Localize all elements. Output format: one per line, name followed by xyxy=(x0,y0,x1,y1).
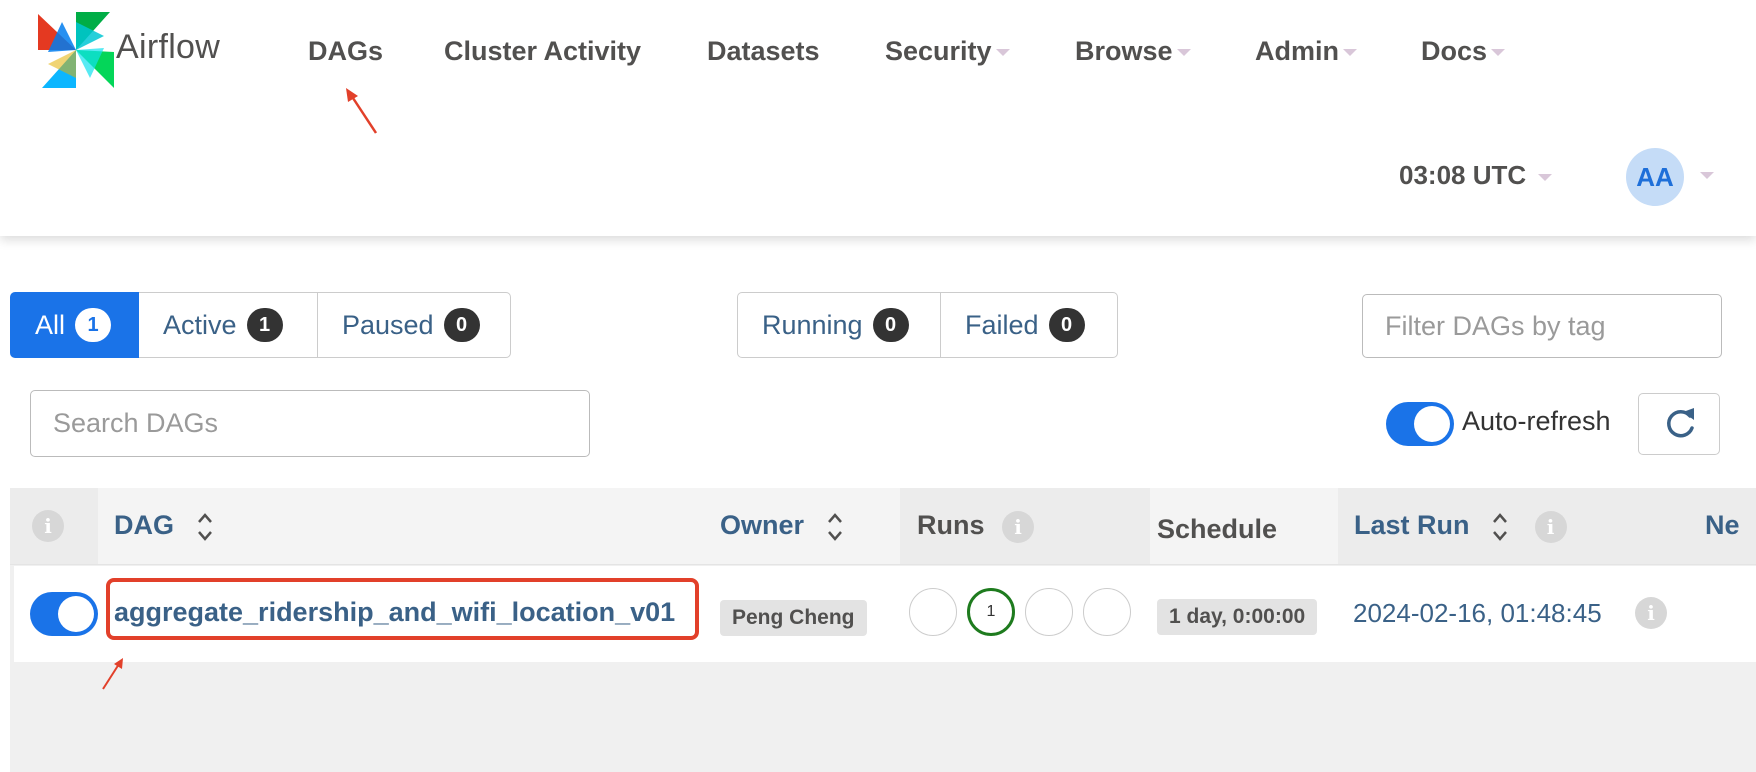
caret-down-icon xyxy=(1538,173,1553,181)
header-next-run[interactable]: Ne xyxy=(1705,510,1740,541)
filter-active-button[interactable]: Active 1 xyxy=(139,292,318,358)
schedule-tag[interactable]: 1 day, 0:00:00 xyxy=(1157,599,1318,635)
filter-failed-button[interactable]: Failed 0 xyxy=(941,292,1118,358)
nav-dags[interactable]: DAGs xyxy=(308,36,383,67)
count-badge: 1 xyxy=(246,308,283,342)
last-run-info-icon[interactable]: i xyxy=(1635,597,1667,629)
run-state-circle[interactable] xyxy=(1025,588,1073,636)
sort-icon xyxy=(197,512,212,541)
run-state-circle-success[interactable]: 1 xyxy=(967,588,1015,636)
nav-browse[interactable]: Browse xyxy=(1075,36,1191,67)
caret-down-icon xyxy=(1491,49,1506,57)
refresh-button[interactable] xyxy=(1638,393,1720,455)
header-runs: Runs i xyxy=(917,510,1035,543)
run-status-filter-group: Running 0 Failed 0 xyxy=(737,292,1118,358)
toggle-knob xyxy=(58,596,94,632)
search-dags-input[interactable] xyxy=(30,390,590,457)
header-last-run[interactable]: Last Run i xyxy=(1354,510,1567,543)
count-badge: 1 xyxy=(75,308,112,342)
timezone-clock[interactable]: 03:08 UTC xyxy=(1399,160,1553,191)
info-icon[interactable]: i xyxy=(1002,510,1035,543)
toggle-knob xyxy=(1414,406,1450,442)
nav-cluster-activity[interactable]: Cluster Activity xyxy=(444,36,641,67)
user-avatar[interactable]: AA xyxy=(1626,148,1684,206)
nav-datasets[interactable]: Datasets xyxy=(707,36,820,67)
nav-security[interactable]: Security xyxy=(885,36,1010,67)
auto-refresh-toggle[interactable] xyxy=(1386,402,1454,446)
annotation-arrow-icon xyxy=(346,88,378,134)
sort-icon xyxy=(1493,512,1507,541)
refresh-icon xyxy=(1667,408,1694,438)
count-badge: 0 xyxy=(1048,308,1085,342)
header-dag[interactable]: DAG xyxy=(114,510,214,543)
top-navbar: Airflow DAGs Cluster Activity Datasets S… xyxy=(0,0,1756,236)
tag-filter-input[interactable] xyxy=(1362,294,1722,358)
filter-paused-button[interactable]: Paused 0 xyxy=(318,292,511,358)
dag-status-filter-group: All 1 Active 1 Paused 0 xyxy=(10,292,511,358)
info-icon[interactable]: i xyxy=(1534,510,1567,543)
sort-icon xyxy=(827,512,842,541)
header-owner[interactable]: Owner xyxy=(720,510,844,543)
filter-all-button[interactable]: All 1 xyxy=(10,292,139,358)
owner-tag[interactable]: Peng Cheng xyxy=(720,600,867,636)
auto-refresh-label: Auto-refresh xyxy=(1462,406,1611,436)
count-badge: 0 xyxy=(872,308,909,342)
nav-docs[interactable]: Docs xyxy=(1421,36,1506,67)
dag-pause-toggle[interactable] xyxy=(30,592,98,636)
airflow-logo-icon[interactable] xyxy=(38,12,114,88)
run-state-circle[interactable] xyxy=(1083,588,1131,636)
app-name[interactable]: Airflow xyxy=(116,28,220,67)
last-run-link[interactable]: 2024-02-16, 01:48:45 xyxy=(1353,598,1602,629)
annotation-arrow-icon xyxy=(102,658,123,690)
caret-down-icon xyxy=(1343,49,1357,57)
count-badge: 0 xyxy=(443,308,480,342)
filter-running-button[interactable]: Running 0 xyxy=(737,292,941,358)
caret-down-icon xyxy=(995,49,1010,57)
header-info-icon[interactable]: i xyxy=(32,510,64,542)
caret-down-icon xyxy=(1176,49,1191,57)
header-schedule: Schedule xyxy=(1157,514,1278,544)
user-menu-caret-icon[interactable] xyxy=(1700,172,1714,179)
nav-admin[interactable]: Admin xyxy=(1255,36,1357,67)
run-state-circle[interactable] xyxy=(909,588,957,636)
dag-id-link[interactable]: aggregate_ridership_and_wifi_location_v0… xyxy=(114,597,675,628)
